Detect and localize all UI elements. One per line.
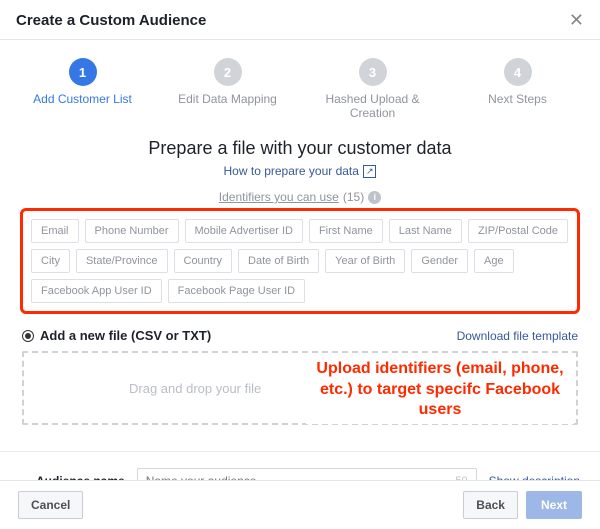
identifier-tag[interactable]: Last Name <box>389 219 462 243</box>
step-label: Add Customer List <box>33 92 132 106</box>
identifier-tag[interactable]: Year of Birth <box>325 249 405 273</box>
identifier-tag[interactable]: City <box>31 249 70 273</box>
howto-link[interactable]: How to prepare your data ↗ <box>224 164 377 190</box>
next-button[interactable]: Next <box>526 491 582 519</box>
identifiers-label: Identifiers you can use <box>219 190 339 204</box>
dialog-footer: Cancel Back Next <box>0 480 600 529</box>
file-dropzone[interactable]: Drag and drop your file Upload identifie… <box>22 351 578 425</box>
cancel-button[interactable]: Cancel <box>18 491 83 519</box>
step-1[interactable]: 1 Add Customer List <box>13 58 153 120</box>
add-file-radio[interactable]: Add a new file (CSV or TXT) <box>22 328 211 343</box>
step-3[interactable]: 3 Hashed Upload & Creation <box>303 58 443 120</box>
file-section-header: Add a new file (CSV or TXT) Download fil… <box>22 324 578 351</box>
step-label: Hashed Upload & Creation <box>303 92 443 120</box>
identifier-tag[interactable]: Phone Number <box>85 219 179 243</box>
step-label: Next Steps <box>488 92 547 106</box>
step-circle: 3 <box>359 58 387 86</box>
close-icon[interactable]: ✕ <box>569 10 584 31</box>
identifier-tag[interactable]: Date of Birth <box>238 249 319 273</box>
info-icon[interactable]: i <box>368 191 381 204</box>
footer-right: Back Next <box>463 491 582 519</box>
identifier-tag[interactable]: ZIP/Postal Code <box>468 219 568 243</box>
dropzone-text: Drag and drop your file <box>129 381 261 396</box>
identifier-tag[interactable]: Facebook App User ID <box>31 279 162 303</box>
identifiers-box: EmailPhone NumberMobile Advertiser IDFir… <box>20 208 580 314</box>
howto-text: How to prepare your data <box>224 164 359 178</box>
dialog-header: Create a Custom Audience ✕ <box>0 0 600 40</box>
step-circle: 4 <box>504 58 532 86</box>
identifiers-count: (15) <box>343 190 364 204</box>
step-2[interactable]: 2 Edit Data Mapping <box>158 58 298 120</box>
identifier-tag[interactable]: Facebook Page User ID <box>168 279 305 303</box>
prepare-section: Prepare a file with your customer data H… <box>0 134 600 204</box>
step-circle: 2 <box>214 58 242 86</box>
dialog-title: Create a Custom Audience <box>16 12 206 29</box>
step-4[interactable]: 4 Next Steps <box>448 58 588 120</box>
identifier-tag[interactable]: Email <box>31 219 79 243</box>
identifier-tag[interactable]: Age <box>474 249 514 273</box>
identifier-tag[interactable]: Country <box>174 249 233 273</box>
identifiers-tags: EmailPhone NumberMobile Advertiser IDFir… <box>31 219 569 303</box>
radio-icon <box>22 330 34 342</box>
identifier-tag[interactable]: First Name <box>309 219 383 243</box>
add-file-label: Add a new file (CSV or TXT) <box>40 328 211 343</box>
external-icon: ↗ <box>363 165 377 178</box>
download-template-link[interactable]: Download file template <box>457 329 578 343</box>
file-section: Add a new file (CSV or TXT) Download fil… <box>22 324 578 425</box>
create-audience-dialog: Create a Custom Audience ✕ 1 Add Custome… <box>0 0 600 504</box>
step-circle: 1 <box>69 58 97 86</box>
step-label: Edit Data Mapping <box>178 92 277 106</box>
annotation-overlay: Upload identifiers (email, phone, etc.) … <box>306 356 574 424</box>
prepare-title: Prepare a file with your customer data <box>0 134 600 163</box>
identifiers-header: Identifiers you can use (15) i <box>0 190 600 204</box>
stepper: 1 Add Customer List 2 Edit Data Mapping … <box>0 40 600 134</box>
back-button[interactable]: Back <box>463 491 518 519</box>
identifier-tag[interactable]: State/Province <box>76 249 168 273</box>
identifier-tag[interactable]: Mobile Advertiser ID <box>185 219 303 243</box>
identifier-tag[interactable]: Gender <box>411 249 468 273</box>
